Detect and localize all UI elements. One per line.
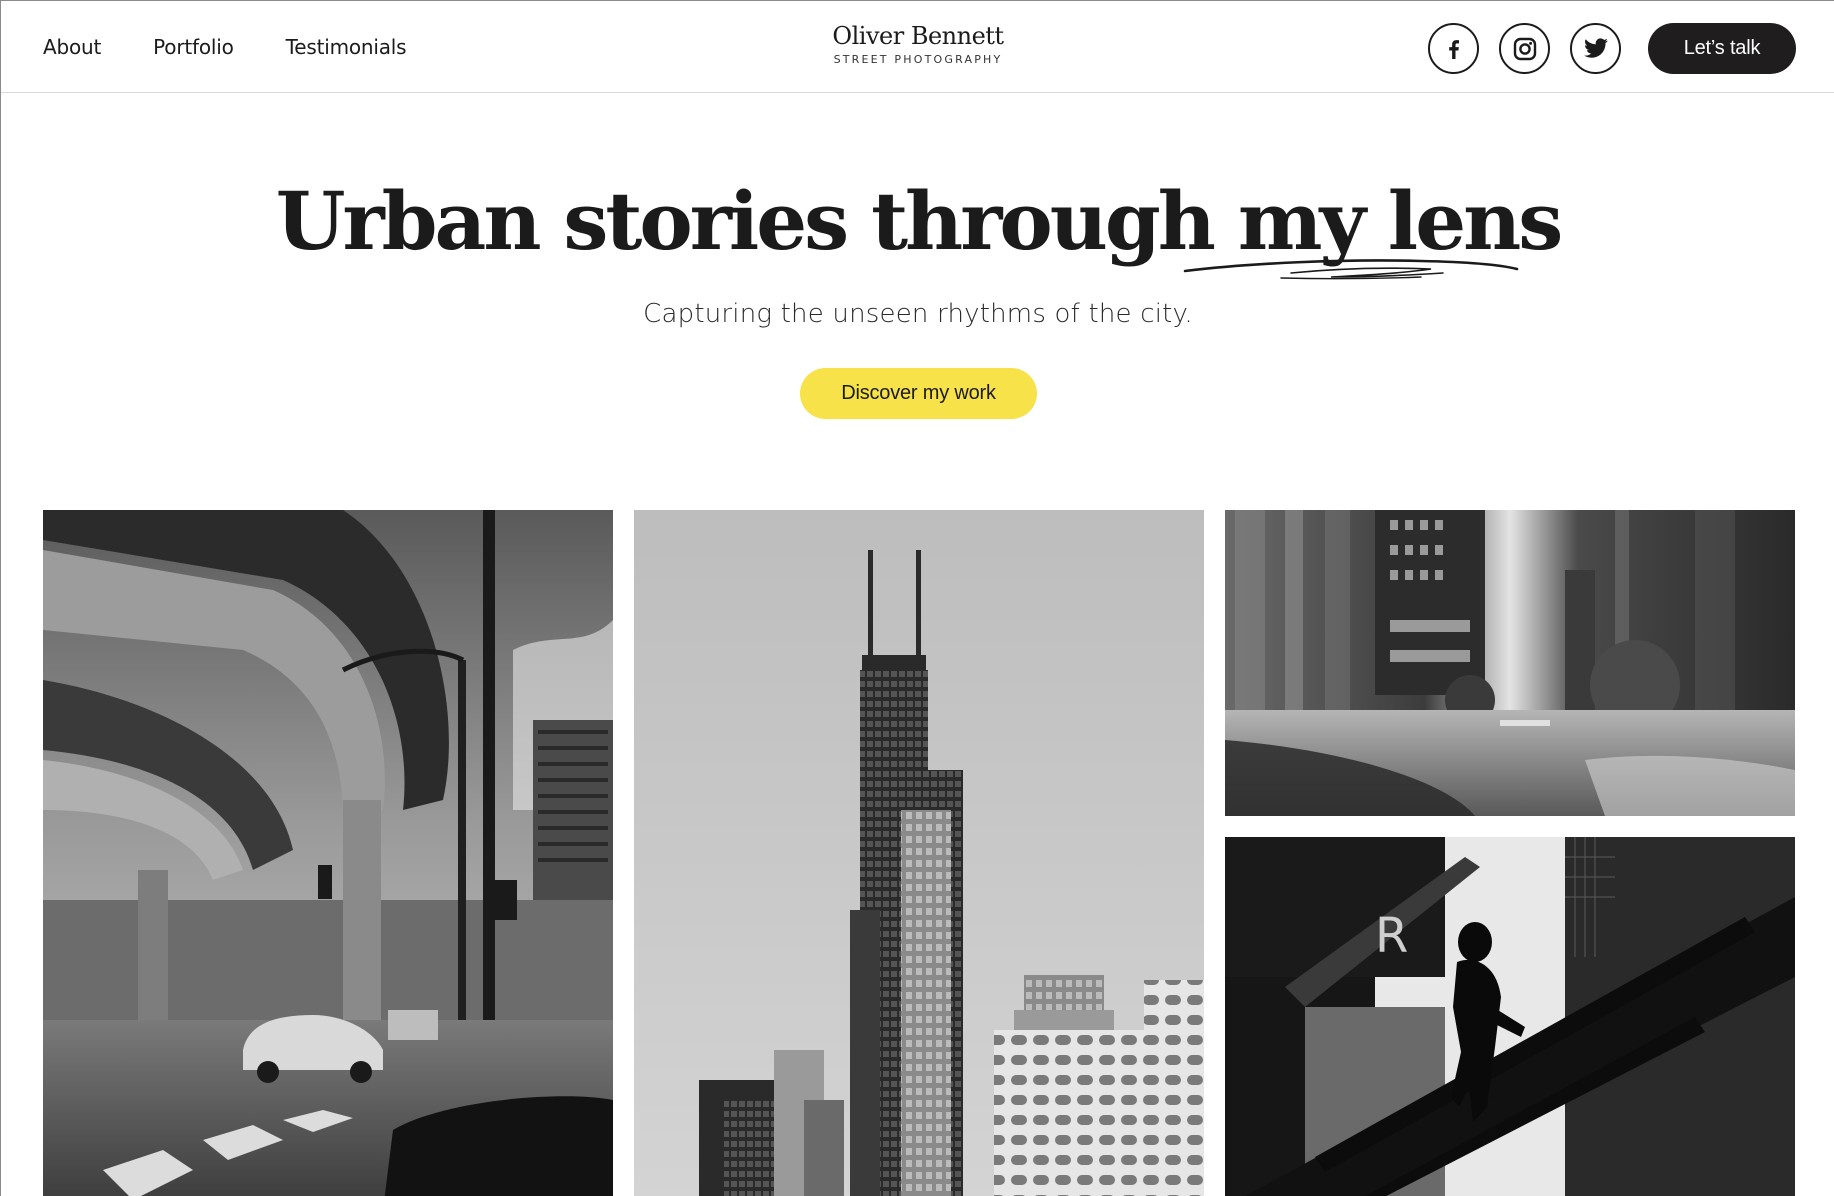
twitter-button[interactable] [1570,23,1621,74]
brand-name: Oliver Bennett [832,22,1004,50]
gallery-photo-highway[interactable] [43,510,613,1196]
skyscraper-photo-image [634,510,1204,1196]
facebook-button[interactable] [1428,23,1479,74]
facebook-icon [1448,39,1459,59]
brand-logo[interactable]: Oliver Bennett STREET PHOTOGRAPHY [818,21,1018,66]
nav-about[interactable]: About [43,35,101,59]
hero-title-main: Urban stories through [275,174,1238,268]
twitter-icon [1583,37,1608,58]
site-header: About Portfolio Testimonials Oliver Benn… [1,1,1834,93]
gallery-photo-stairs-silhouette[interactable]: R [1225,837,1795,1196]
main-nav: About Portfolio Testimonials [43,1,458,93]
gallery-photo-blurred-street[interactable] [1225,510,1795,816]
lets-talk-button[interactable]: Let’s talk [1648,23,1796,74]
instagram-icon [1513,37,1536,60]
nav-portfolio[interactable]: Portfolio [153,35,234,59]
stairs-silhouette-photo-image: R [1225,837,1795,1196]
brand-tagline: STREET PHOTOGRAPHY [833,53,1003,66]
highway-photo-image [43,510,613,1196]
page: About Portfolio Testimonials Oliver Benn… [0,0,1834,1196]
blurred-street-photo-image [1225,510,1795,816]
discover-work-button[interactable]: Discover my work [800,368,1037,419]
hero-title: Urban stories through my lens [1,171,1834,271]
scribble-underline [1183,259,1519,280]
nav-testimonials[interactable]: Testimonials [286,35,407,59]
gallery-photo-skyscraper[interactable] [634,510,1204,1196]
hero-subtitle: Capturing the unseen rhythms of the city… [643,299,1193,329]
instagram-button[interactable] [1499,23,1550,74]
svg-text:R: R [1375,908,1408,964]
